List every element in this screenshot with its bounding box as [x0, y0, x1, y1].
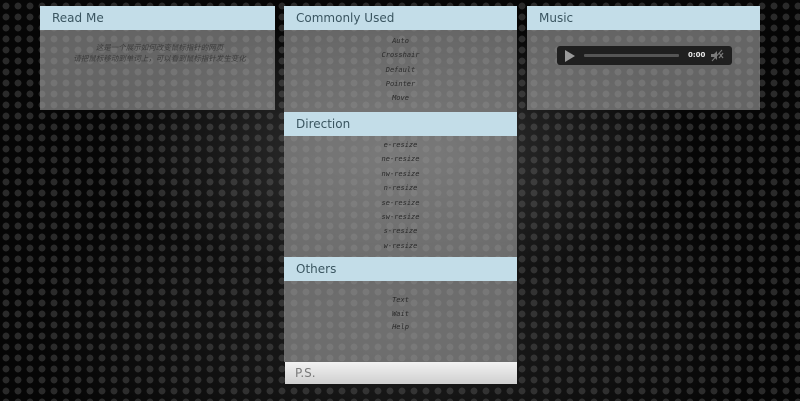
readme-panel: Read Me 这是一个展示如何改变鼠标指针的网页 请把鼠标移动到单词上，可以看…: [40, 6, 275, 110]
audio-player: 0:00: [557, 46, 732, 65]
cursor-item-ne-resize[interactable]: ne-resize: [284, 152, 517, 166]
readme-text: 这是一个展示如何改变鼠标指针的网页 请把鼠标移动到单词上，可以看到鼠标指针发生变…: [40, 30, 275, 64]
direction-panel-title: Direction: [284, 112, 517, 136]
cursor-item-s-resize[interactable]: s-resize: [284, 224, 517, 238]
others-list: Text Wait Help: [284, 281, 517, 335]
cursor-item-sw-resize[interactable]: sw-resize: [284, 210, 517, 224]
cursor-item-auto[interactable]: Auto: [284, 34, 517, 48]
cursor-item-default[interactable]: Default: [284, 63, 517, 77]
audio-progress-track[interactable]: [584, 54, 679, 57]
cursor-item-pointer[interactable]: Pointer: [284, 77, 517, 91]
direction-list: e-resize ne-resize nw-resize n-resize se…: [284, 136, 517, 253]
commonly-used-panel-title: Commonly Used: [284, 6, 517, 30]
direction-panel: Direction e-resize ne-resize nw-resize n…: [284, 112, 517, 257]
others-panel: Others Text Wait Help: [284, 257, 517, 362]
cursor-item-se-resize[interactable]: se-resize: [284, 196, 517, 210]
others-panel-title: Others: [284, 257, 517, 281]
readme-panel-title: Read Me: [40, 6, 275, 30]
readme-line-1: 这是一个展示如何改变鼠标指针的网页: [95, 43, 224, 52]
volume-muted-icon[interactable]: [710, 49, 724, 62]
audio-time: 0:00: [688, 51, 706, 59]
commonly-used-panel: Commonly Used Auto Crosshair Default Poi…: [284, 6, 517, 112]
cursor-item-e-resize[interactable]: e-resize: [284, 138, 517, 152]
music-panel: Music 0:00: [527, 6, 760, 110]
commonly-used-list: Auto Crosshair Default Pointer Move: [284, 30, 517, 105]
cursor-item-crosshair[interactable]: Crosshair: [284, 48, 517, 62]
cursor-item-n-resize[interactable]: n-resize: [284, 181, 517, 195]
music-panel-title: Music: [527, 6, 760, 30]
readme-line-2: 请把鼠标移动到单词上，可以看到鼠标指针发生变化: [73, 54, 246, 63]
cursor-item-wait[interactable]: Wait: [284, 308, 517, 322]
music-panel-body: 0:00: [527, 30, 760, 110]
play-icon[interactable]: [565, 50, 575, 62]
ps-panel-title[interactable]: P.S.: [285, 362, 517, 384]
cursor-item-text[interactable]: Text: [284, 294, 517, 308]
cursor-item-move[interactable]: Move: [284, 91, 517, 105]
cursor-item-help[interactable]: Help: [284, 321, 517, 335]
cursor-item-w-resize[interactable]: w-resize: [284, 239, 517, 253]
cursor-item-nw-resize[interactable]: nw-resize: [284, 167, 517, 181]
